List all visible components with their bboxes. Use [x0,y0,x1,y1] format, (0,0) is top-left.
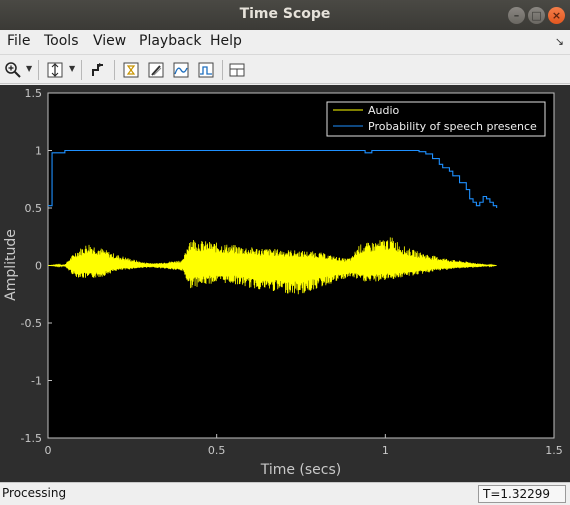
y-tick-label: 1 [35,145,42,158]
trigger-icon[interactable] [120,59,142,81]
step-icon[interactable] [87,59,109,81]
zoom-in-icon[interactable] [2,59,24,81]
menu-playback[interactable]: Playback [139,33,201,49]
minimize-button[interactable]: – [508,7,525,24]
bilevel-icon[interactable] [195,59,217,81]
layout-icon[interactable] [226,59,248,81]
scope-display[interactable]: 1.5 1 0.5 0 -0.5 -1 -1.5 0 0.5 1 1.5 Amplitude Ti… [0,85,570,482]
x-axis-label: Time (secs) [260,462,342,478]
status-message: Processing [2,486,67,500]
x-tick-label: 1.5 [545,444,563,457]
peak-icon[interactable] [170,59,192,81]
time-scope-window: Time Scope – □ × File Tools View Playbac… [0,0,570,505]
toolbar-separator [222,60,223,80]
y-axis-label: Amplitude [3,229,19,301]
status-time: T=1.32299 [478,485,566,503]
menu-bar: File Tools View Playback Help ↘ [0,30,570,53]
scope-plot[interactable]: 1.5 1 0.5 0 -0.5 -1 -1.5 0 0.5 1 1.5 Amplitude Ti… [0,85,570,482]
legend-label-audio: Audio [368,104,400,117]
y-tick-label: 0 [35,260,42,273]
y-tick-label: -1.5 [21,432,42,445]
legend[interactable]: Audio Probability of speech presence [326,101,546,137]
zoom-dropdown-arrow-icon[interactable]: ▼ [26,64,32,73]
menu-help[interactable]: Help [210,33,242,49]
x-tick-label: 0.5 [208,444,226,457]
status-bar: Processing T=1.32299 [0,482,570,505]
autoscale-dropdown-arrow-icon[interactable]: ▼ [69,64,75,73]
close-button[interactable]: × [548,7,565,24]
toolbar-separator [81,60,82,80]
toolbar-separator [38,60,39,80]
menu-tools[interactable]: Tools [44,33,79,49]
maximize-button[interactable]: □ [528,7,545,24]
y-tick-label: 0.5 [25,202,43,215]
y-tick-labels: 1.5 1 0.5 0 -0.5 -1 -1.5 [21,87,52,445]
cursor-icon[interactable] [145,59,167,81]
y-tick-label: -1 [31,375,42,388]
y-tick-label: -0.5 [21,317,42,330]
window-title: Time Scope [239,6,331,22]
menu-file[interactable]: File [7,33,30,49]
autoscale-icon[interactable] [44,59,66,81]
dock-icon[interactable]: ↘ [555,35,564,48]
legend-label-speech: Probability of speech presence [368,120,537,133]
title-bar[interactable]: Time Scope – □ × [0,0,570,30]
x-tick-label: 1 [382,444,389,457]
x-tick-label: 0 [45,444,52,457]
toolbar-separator [114,60,115,80]
menu-view[interactable]: View [93,33,126,49]
toolbar: ▼ ▼ [0,54,570,84]
y-tick-label: 1.5 [25,87,43,100]
